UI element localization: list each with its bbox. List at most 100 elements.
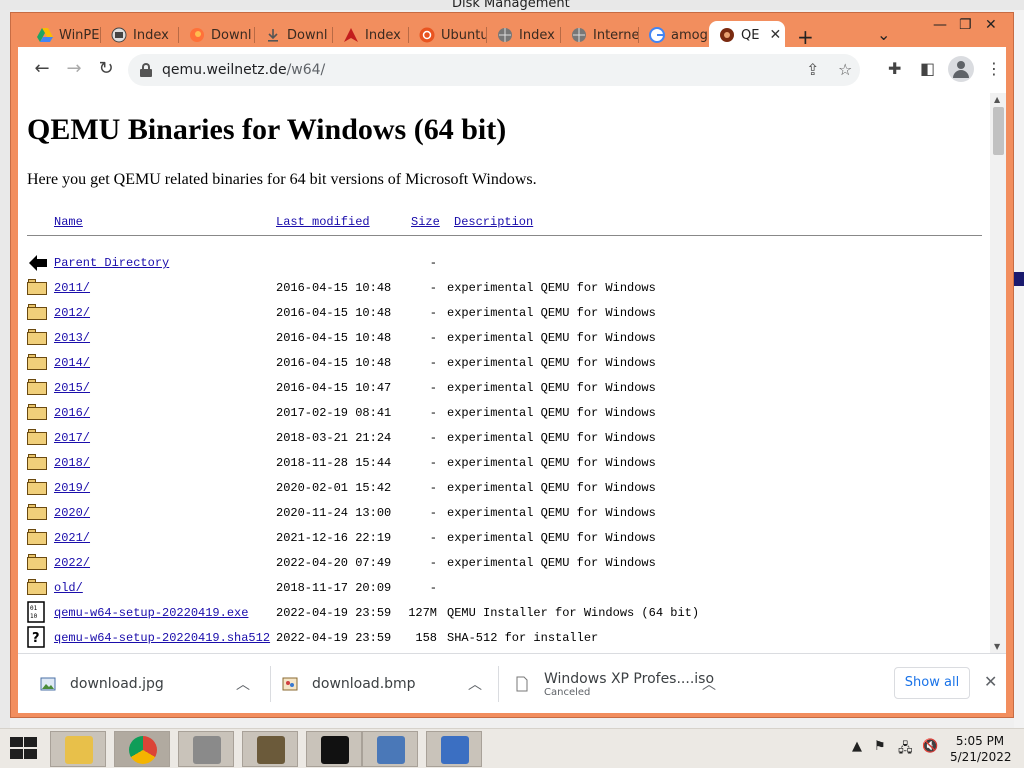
taskbar-app-button[interactable] xyxy=(114,731,170,767)
download-item-bmp[interactable]: download.bmp ︿ xyxy=(282,662,492,706)
back-icon[interactable]: ← xyxy=(30,57,54,81)
listing-link[interactable]: 2020/ xyxy=(54,506,90,520)
listing-date: 2016-04-15 10:48 xyxy=(276,331,392,345)
taskbar-app-button[interactable] xyxy=(178,731,234,767)
download-item-jpg[interactable]: download.jpg ︿ xyxy=(40,662,260,706)
download-item-iso[interactable]: Windows XP Profes....iso Canceled ︿ xyxy=(514,662,724,706)
listing-row: ? qemu-w64-setup-20220419.sha512 2022-04-1… xyxy=(27,626,987,652)
tab-label: WinPE xyxy=(59,27,100,43)
close-shelf-icon[interactable]: ✕ xyxy=(984,672,997,691)
download-icon xyxy=(265,27,281,43)
action-center-flag-icon[interactable]: ⚑ xyxy=(874,739,886,754)
scroll-down-icon[interactable]: ▼ xyxy=(994,642,1000,651)
listing-link[interactable]: 2012/ xyxy=(54,306,90,320)
folder-icon xyxy=(27,476,49,498)
folder-icon xyxy=(27,576,49,598)
tab-index-3[interactable]: Index xyxy=(487,21,561,49)
reload-icon[interactable]: ↻ xyxy=(94,57,118,81)
download-status: Canceled xyxy=(544,686,591,698)
side-panel-icon[interactable]: ◧ xyxy=(920,59,935,78)
tab-label: Ubuntu xyxy=(441,27,487,43)
new-tab-icon[interactable]: + xyxy=(797,25,814,49)
binary-file-icon: 01 10 xyxy=(27,601,49,623)
listing-link[interactable]: old/ xyxy=(54,581,83,595)
listing-description: experimental QEMU for Windows xyxy=(447,481,656,495)
tab-qemu-active[interactable]: QE ✕ xyxy=(709,21,785,49)
listing-size: - xyxy=(429,431,437,445)
tab-amog[interactable]: amog xyxy=(639,21,709,49)
listing-link[interactable]: 2018/ xyxy=(54,456,90,470)
tab-index-2[interactable]: Index xyxy=(333,21,409,49)
tab-internet[interactable]: Interne xyxy=(561,21,639,49)
tab-ubuntu[interactable]: Ubuntu xyxy=(409,21,487,49)
scrollbar-thumb[interactable] xyxy=(993,107,1004,155)
folder-icon xyxy=(27,301,49,323)
forward-icon[interactable]: → xyxy=(62,57,86,81)
extensions-puzzle-icon[interactable]: ✚ xyxy=(888,59,901,78)
address-bar[interactable]: qemu.weilnetz.de/w64/ ⇪ ☆ xyxy=(128,54,860,86)
listing-link[interactable]: 2016/ xyxy=(54,406,90,420)
volume-muted-icon[interactable]: 🔇 xyxy=(922,739,938,754)
listing-size: - xyxy=(429,481,437,495)
start-windows-icon[interactable] xyxy=(8,737,38,761)
show-all-button[interactable]: Show all xyxy=(894,667,970,699)
close-window-icon[interactable]: ✕ xyxy=(985,17,997,33)
vertical-scrollbar[interactable]: ▲ ▼ xyxy=(990,93,1006,653)
chevron-up-icon[interactable]: ︿ xyxy=(468,674,482,694)
listing-link[interactable]: 2022/ xyxy=(54,556,90,570)
tab-index-1[interactable]: Index xyxy=(101,21,179,49)
column-name-header[interactable]: Name xyxy=(54,215,83,229)
scroll-up-icon[interactable]: ▲ xyxy=(994,95,1000,104)
listing-link[interactable]: qemu-w64-setup-20220419.sha512 xyxy=(54,631,270,645)
listing-link[interactable]: 2017/ xyxy=(54,431,90,445)
tab-download-2[interactable]: Downl xyxy=(255,21,333,49)
minimize-icon[interactable]: — xyxy=(933,17,947,33)
listing-link[interactable]: 2014/ xyxy=(54,356,90,370)
folder-icon xyxy=(27,276,49,298)
disk-management-icon xyxy=(193,736,221,764)
listing-date: 2018-11-17 20:09 xyxy=(276,581,392,595)
profile-avatar[interactable] xyxy=(948,56,974,82)
network-icon[interactable]: 🖧 xyxy=(898,739,913,761)
tab-download-1[interactable]: Downl xyxy=(179,21,255,49)
system-clock[interactable]: 5:05 PM 5/21/2022 xyxy=(950,733,1012,765)
taskbar-app-button[interactable] xyxy=(306,731,362,767)
share-icon[interactable]: ⇪ xyxy=(806,60,819,79)
folder-icon xyxy=(27,326,49,348)
chevron-up-icon[interactable]: ︿ xyxy=(236,674,250,694)
tab-search-chevron-icon[interactable]: ⌄ xyxy=(877,25,890,44)
listing-link[interactable]: 2015/ xyxy=(54,381,90,395)
chevron-up-icon[interactable]: ︿ xyxy=(702,674,716,694)
listing-link[interactable]: qemu-w64-setup-20220419.exe xyxy=(54,606,248,620)
listing-link[interactable]: 2011/ xyxy=(54,281,90,295)
paint-file-icon xyxy=(282,676,298,692)
listing-date: 2022-04-20 07:49 xyxy=(276,556,392,570)
listing-row: 2011/2016-04-15 10:48 - experimental QEMU … xyxy=(27,278,987,302)
listing-link[interactable]: Parent Directory xyxy=(54,256,169,270)
tab-winpe[interactable]: WinPE xyxy=(27,21,101,49)
tab-label: Downl xyxy=(211,27,252,43)
chrome-icon xyxy=(129,736,157,764)
column-description-header[interactable]: Description xyxy=(454,215,533,229)
ubuntu-icon xyxy=(419,27,435,43)
listing-link[interactable]: 2019/ xyxy=(54,481,90,495)
taskbar-app-button[interactable] xyxy=(242,731,298,767)
close-tab-icon[interactable]: ✕ xyxy=(769,27,781,43)
maximize-icon[interactable]: ❐ xyxy=(959,17,972,33)
listing-description: experimental QEMU for Windows xyxy=(447,381,656,395)
tray-overflow-icon[interactable]: ▲ xyxy=(852,739,862,754)
taskbar-app-button[interactable] xyxy=(426,731,482,767)
listing-link[interactable]: 2021/ xyxy=(54,531,90,545)
svg-text:10: 10 xyxy=(30,613,38,620)
listing-date: 2020-11-24 13:00 xyxy=(276,506,392,520)
more-menu-icon[interactable]: ⋮ xyxy=(986,59,1002,78)
taskbar-app-button[interactable] xyxy=(50,731,106,767)
listing-size: - xyxy=(429,531,437,545)
bookmark-star-icon[interactable]: ☆ xyxy=(838,60,852,79)
taskbar-app-button[interactable] xyxy=(362,731,418,767)
column-last-modified-header[interactable]: Last modified xyxy=(276,215,370,229)
listing-link[interactable]: 2013/ xyxy=(54,331,90,345)
listing-size: - xyxy=(429,256,437,270)
column-size-header[interactable]: Size xyxy=(411,215,440,229)
listing-date: 2018-11-28 15:44 xyxy=(276,456,392,470)
